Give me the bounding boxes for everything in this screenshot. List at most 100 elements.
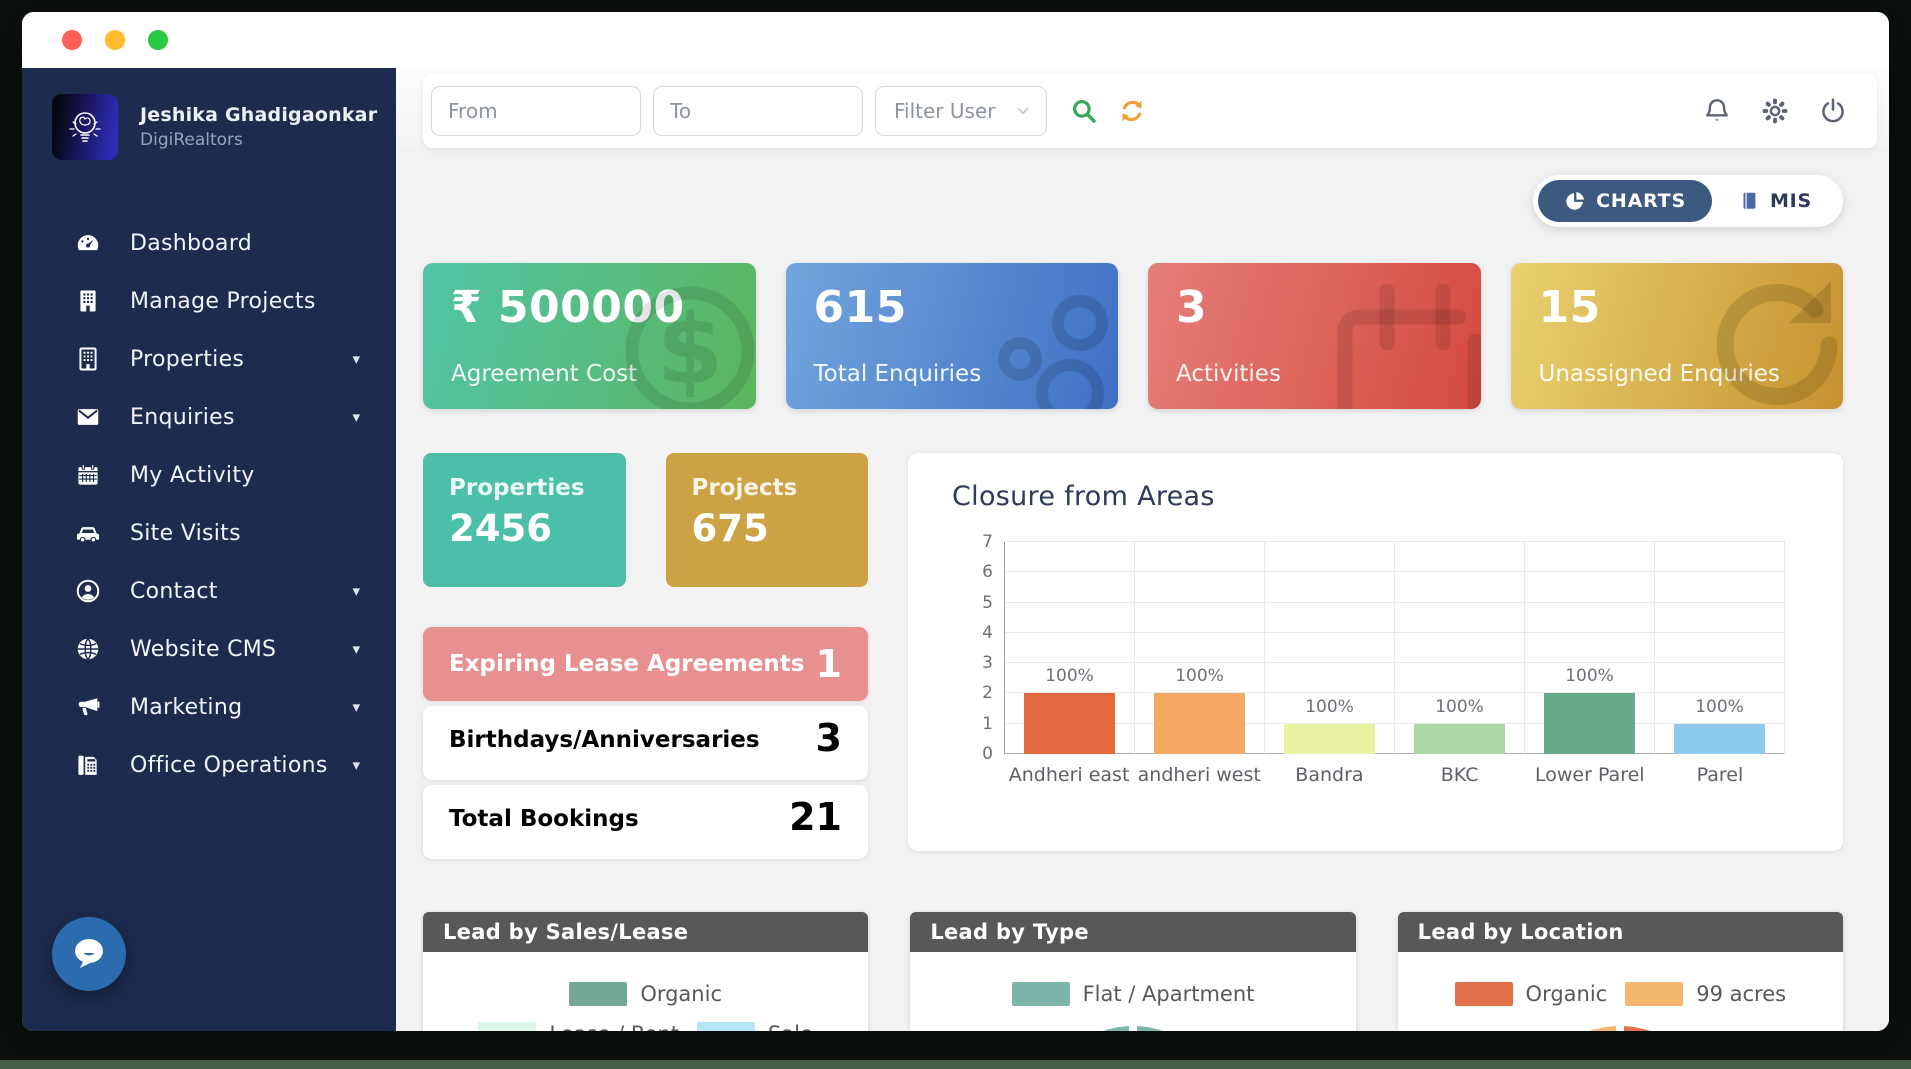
- stat-card-unassigned-enquries[interactable]: 15Unassigned Enquries: [1511, 263, 1844, 409]
- bar-bandra: [1284, 724, 1374, 754]
- stat-card-activities[interactable]: 3Activities: [1148, 263, 1481, 409]
- sidebar-item-enquiries[interactable]: Enquiries▾: [22, 388, 396, 446]
- sidebar-item-office-operations[interactable]: Office Operations▾: [22, 736, 396, 794]
- y-axis-tick-label: 6: [982, 562, 993, 582]
- bar-value-label: 100%: [1655, 697, 1784, 717]
- legend-item-flat-apartment[interactable]: Flat / Apartment: [1012, 982, 1255, 1006]
- legend-item-99-acres[interactable]: 99 acres: [1625, 982, 1786, 1006]
- chat-bubble-icon: [66, 931, 112, 977]
- tile-properties[interactable]: Properties2456: [423, 453, 626, 587]
- legend-label: Sale: [768, 1022, 813, 1031]
- sidebar-item-website-cms[interactable]: Website CMS▾: [22, 620, 396, 678]
- bar-andheri-east: [1024, 693, 1114, 754]
- desktop-background: Jeshika Ghadigaonkar DigiRealtors Dashbo…: [0, 0, 1911, 1069]
- pie-legend: Flat / Apartment: [910, 982, 1355, 1006]
- calendar-icon: [74, 461, 102, 489]
- x-axis-label: andheri west: [1134, 764, 1264, 786]
- car-icon: [74, 519, 102, 547]
- summary-rows: Expiring Lease Agreements1Birthdays/Anni…: [423, 627, 868, 859]
- refresh-button[interactable]: [1117, 96, 1147, 126]
- date-from-input[interactable]: [431, 86, 641, 136]
- mis-view-button[interactable]: MIS: [1712, 180, 1838, 222]
- sidebar-item-properties[interactable]: Properties▾: [22, 330, 396, 388]
- user-organization: DigiRealtors: [140, 130, 377, 150]
- legend-item-organic[interactable]: Organic: [1455, 982, 1608, 1006]
- x-axis-label: Lower Parel: [1525, 764, 1655, 786]
- legend-label: Flat / Apartment: [1083, 982, 1255, 1006]
- bar-column-lower-parel: 100%: [1525, 542, 1655, 754]
- building2-icon: [74, 345, 102, 373]
- settings-button[interactable]: [1759, 95, 1791, 127]
- sidebar-item-label: Office Operations: [130, 753, 328, 778]
- sidebar-item-label: Contact: [130, 579, 218, 604]
- legend-item-sale[interactable]: Sale: [697, 1022, 813, 1031]
- sidebar-item-dashboard[interactable]: Dashboard: [22, 214, 396, 272]
- x-axis-label: Andheri east: [1004, 764, 1134, 786]
- window-close-button[interactable]: [62, 30, 82, 50]
- sidebar-item-manage-projects[interactable]: Manage Projects: [22, 272, 396, 330]
- sidebar-item-label: Enquiries: [130, 405, 235, 430]
- summary-row-expiring-lease-agreements[interactable]: Expiring Lease Agreements1: [423, 627, 868, 701]
- bar-column-andheri-west: 100%: [1135, 542, 1265, 754]
- lightbulb-brain-icon: [63, 105, 107, 149]
- fax-icon: [74, 751, 102, 779]
- desktop-bottom-strip: [0, 1060, 1911, 1069]
- y-axis-tick-label: 0: [982, 744, 993, 764]
- tile-projects[interactable]: Projects675: [666, 453, 869, 587]
- sidebar-item-site-visits[interactable]: Site Visits: [22, 504, 396, 562]
- mis-view-label: MIS: [1770, 190, 1812, 212]
- stat-value: 15: [1539, 285, 1816, 331]
- logout-button[interactable]: [1817, 95, 1849, 127]
- stat-value: 615: [814, 285, 1091, 331]
- bar-bkc: [1414, 724, 1504, 754]
- notifications-button[interactable]: [1701, 95, 1733, 127]
- stat-label: Agreement Cost: [451, 361, 728, 387]
- bar-value-label: 100%: [1395, 697, 1524, 717]
- pie-card-title: Lead by Type: [910, 912, 1355, 952]
- closure-bar-chart: 01234567100%100%100%100%100%100%Andheri …: [952, 542, 1803, 786]
- charts-view-button[interactable]: CHARTS: [1538, 180, 1712, 222]
- stat-card-agreement-cost[interactable]: ₹ 500000Agreement Cost$: [423, 263, 756, 409]
- summary-row-total-bookings[interactable]: Total Bookings 21: [423, 785, 868, 859]
- summary-row-birthdays-anniversaries[interactable]: Birthdays/Anniversaries3: [423, 706, 868, 780]
- globe-icon: [74, 635, 102, 663]
- bar-value-label: 100%: [1005, 666, 1134, 686]
- x-axis-labels: Andheri eastandheri westBandraBKCLower P…: [1004, 764, 1785, 786]
- sidebar-item-contact[interactable]: Contact▾: [22, 562, 396, 620]
- bar-column-parel: 100%: [1655, 542, 1785, 754]
- legend-label: 99 acres: [1696, 982, 1786, 1006]
- pie-chart-icon: [1564, 190, 1586, 212]
- sidebar-nav: DashboardManage ProjectsProperties▾Enqui…: [22, 214, 396, 794]
- legend-item-organic[interactable]: Organic: [569, 982, 722, 1006]
- search-button[interactable]: [1069, 96, 1099, 126]
- building-icon: [74, 287, 102, 315]
- sidebar-item-my-activity[interactable]: My Activity: [22, 446, 396, 504]
- chat-widget-button[interactable]: [52, 917, 126, 991]
- summary-value: 21: [789, 798, 842, 836]
- y-axis-tick-label: 4: [982, 623, 993, 643]
- topbar-right-icons: [1701, 95, 1849, 127]
- filter-user-label: Filter User: [894, 99, 995, 123]
- x-axis-label: Parel: [1655, 764, 1785, 786]
- stat-card-total-enquiries[interactable]: 615Total Enquiries: [786, 263, 1119, 409]
- view-toggle: CHARTS MIS: [1533, 175, 1843, 227]
- person-icon: [74, 577, 102, 605]
- legend-color-chip: [1625, 982, 1683, 1006]
- y-axis-tick-label: 5: [982, 593, 993, 613]
- sidebar-item-label: Dashboard: [130, 231, 252, 256]
- sidebar-item-label: Marketing: [130, 695, 242, 720]
- sidebar-item-marketing[interactable]: Marketing▾: [22, 678, 396, 736]
- legend-label: Organic: [640, 982, 722, 1006]
- summary-value: 3: [816, 719, 842, 757]
- summary-label: Total Bookings: [449, 806, 639, 832]
- filter-user-select[interactable]: Filter User: [875, 86, 1047, 136]
- refresh-icon: [1117, 96, 1147, 126]
- date-to-input[interactable]: [653, 86, 863, 136]
- window-zoom-button[interactable]: [148, 30, 168, 50]
- legend-item-lease-rent[interactable]: Lease / Rent: [478, 1022, 679, 1031]
- power-icon: [1817, 95, 1849, 127]
- main-area: Filter User: [396, 68, 1889, 1031]
- window-minimize-button[interactable]: [105, 30, 125, 50]
- bar-columns: 100%100%100%100%100%100%: [1005, 542, 1785, 754]
- sidebar-item-label: Properties: [130, 347, 244, 372]
